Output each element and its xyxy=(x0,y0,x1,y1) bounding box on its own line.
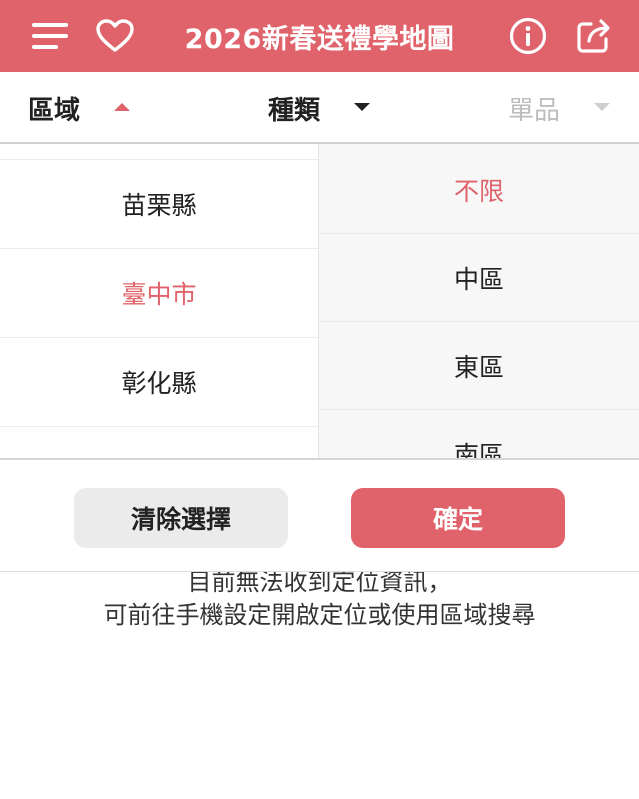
tab-category[interactable]: 種類 xyxy=(268,72,371,144)
selection-lists: 苗栗縣 臺中市 彰化縣 不限 中區 東區 南區 xyxy=(0,144,639,458)
filter-tab-bar: 區域 種類 單品 xyxy=(0,72,639,144)
confirm-button[interactable]: 確定 xyxy=(351,488,565,548)
app-header: 2026新春送禮學地圖 xyxy=(0,0,639,72)
district-item[interactable]: 南區 xyxy=(319,410,639,459)
tab-item: 單品 xyxy=(508,72,611,144)
list-item[interactable] xyxy=(0,427,318,458)
action-bar: 清除選擇 確定 xyxy=(0,458,639,572)
list-item[interactable] xyxy=(0,144,318,160)
district-item[interactable]: 東區 xyxy=(319,322,639,410)
menu-icon[interactable] xyxy=(28,14,72,58)
share-icon[interactable] xyxy=(572,14,616,58)
page: 目前無法收到定位資訊， 可前往手機設定開啟定位或使用區域搜尋 2026新春送禮學… xyxy=(0,0,639,799)
page-title: 2026新春送禮學地圖 xyxy=(184,23,455,55)
tab-region-label: 區域 xyxy=(28,95,81,126)
heart-icon[interactable] xyxy=(93,14,137,58)
district-item[interactable]: 中區 xyxy=(319,234,639,322)
tab-item-label: 單品 xyxy=(508,95,561,126)
location-message-line-2: 可前往手機設定開啟定位或使用區域搜尋 xyxy=(103,601,536,629)
info-icon[interactable] xyxy=(506,14,550,58)
district-item-selected[interactable]: 不限 xyxy=(319,146,639,234)
caret-down-icon xyxy=(594,103,611,111)
district-list[interactable]: 不限 中區 東區 南區 xyxy=(319,144,639,458)
region-item-selected[interactable]: 臺中市 xyxy=(0,249,318,338)
region-item[interactable]: 苗栗縣 xyxy=(0,160,318,249)
caret-up-icon xyxy=(114,103,131,111)
clear-selection-button[interactable]: 清除選擇 xyxy=(74,488,288,548)
caret-down-icon xyxy=(354,103,371,111)
region-list[interactable]: 苗栗縣 臺中市 彰化縣 xyxy=(0,144,319,458)
tab-region[interactable]: 區域 xyxy=(28,72,131,144)
tab-category-label: 種類 xyxy=(268,95,321,126)
region-item[interactable]: 彰化縣 xyxy=(0,338,318,427)
